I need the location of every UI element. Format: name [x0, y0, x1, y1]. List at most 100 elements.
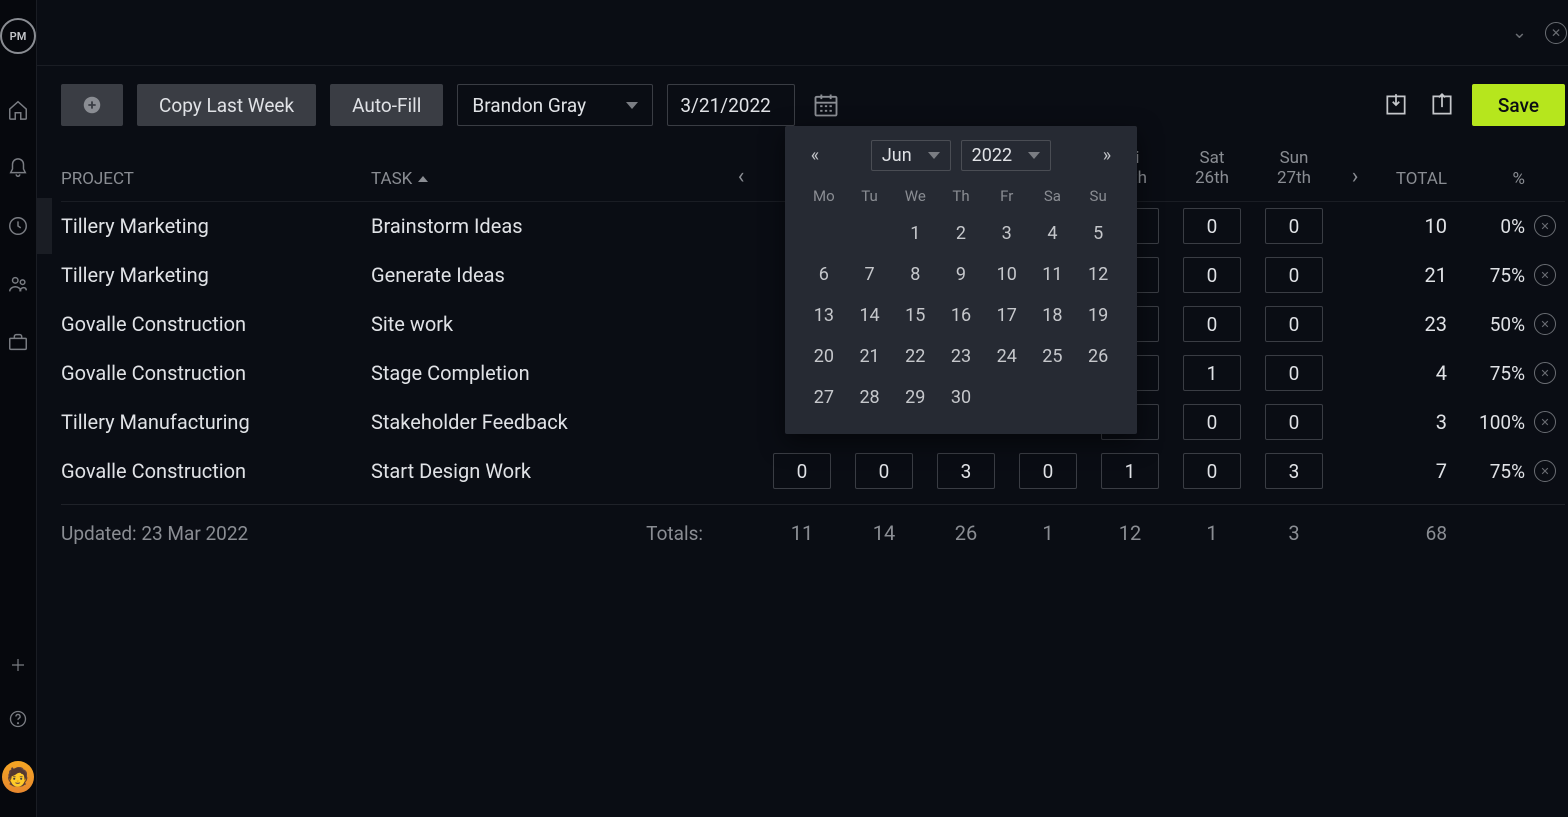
user-select[interactable]: Brandon Gray: [457, 84, 653, 126]
hours-input[interactable]: [1183, 306, 1241, 342]
dp-day[interactable]: 5: [1077, 215, 1119, 252]
dp-day[interactable]: 17: [986, 297, 1028, 334]
dp-day[interactable]: 9: [940, 256, 982, 293]
dp-day[interactable]: 7: [849, 256, 891, 293]
cell-task: Stakeholder Feedback: [371, 410, 721, 434]
hours-input[interactable]: [1183, 453, 1241, 489]
hours-input[interactable]: [1101, 453, 1159, 489]
cell-pct: 75%: [1455, 264, 1525, 287]
totals-day: 14: [843, 521, 925, 545]
col-task[interactable]: TASK: [371, 169, 721, 189]
brand-logo[interactable]: PM: [0, 18, 36, 54]
close-icon[interactable]: ✕: [1545, 22, 1567, 44]
dp-day[interactable]: 23: [940, 338, 982, 375]
totals-day: 3: [1253, 521, 1335, 545]
prev-month-icon[interactable]: «: [803, 145, 827, 166]
dp-day[interactable]: 1: [894, 215, 936, 252]
prev-week-icon[interactable]: ‹: [721, 164, 761, 189]
dp-day[interactable]: 11: [1032, 256, 1074, 293]
add-button[interactable]: [61, 84, 123, 126]
dp-day[interactable]: 18: [1032, 297, 1074, 334]
hours-input[interactable]: [1265, 404, 1323, 440]
chevron-down-icon: [1028, 152, 1040, 159]
plus-icon[interactable]: [6, 653, 30, 677]
dp-day[interactable]: 15: [894, 297, 936, 334]
briefcase-icon[interactable]: [6, 330, 30, 354]
dp-dow: Su: [1077, 181, 1119, 211]
chevron-down-icon: [928, 152, 940, 159]
dp-day[interactable]: 24: [986, 338, 1028, 375]
delete-row-button[interactable]: ✕: [1534, 215, 1556, 237]
hours-input[interactable]: [1183, 355, 1241, 391]
dp-day[interactable]: 14: [849, 297, 891, 334]
hours-input[interactable]: [937, 453, 995, 489]
delete-row-button[interactable]: ✕: [1534, 411, 1556, 433]
hours-input[interactable]: [773, 453, 831, 489]
dp-day[interactable]: 27: [803, 379, 845, 416]
delete-row-button[interactable]: ✕: [1534, 460, 1556, 482]
hours-input[interactable]: [855, 453, 913, 489]
avatar[interactable]: 🧑: [2, 761, 34, 793]
col-project[interactable]: PROJECT: [61, 169, 371, 189]
dp-day[interactable]: 16: [940, 297, 982, 334]
dp-day[interactable]: 26: [1077, 338, 1119, 375]
next-week-icon[interactable]: ›: [1335, 164, 1375, 189]
delete-row-button[interactable]: ✕: [1534, 362, 1556, 384]
dp-day[interactable]: 13: [803, 297, 845, 334]
hours-input[interactable]: [1265, 257, 1323, 293]
clock-icon[interactable]: [6, 214, 30, 238]
dp-dow: Th: [940, 181, 982, 211]
cell-project: Tillery Marketing: [61, 214, 371, 238]
copy-last-week-button[interactable]: Copy Last Week: [137, 84, 316, 126]
dp-dow: We: [894, 181, 936, 211]
hours-input[interactable]: [1265, 208, 1323, 244]
export-icon[interactable]: [1426, 89, 1458, 121]
cell-project: Govalle Construction: [61, 361, 371, 385]
dp-day[interactable]: 28: [849, 379, 891, 416]
save-button[interactable]: Save: [1472, 84, 1565, 126]
dp-day[interactable]: 8: [894, 256, 936, 293]
cell-project: Tillery Manufacturing: [61, 410, 371, 434]
hours-input[interactable]: [1019, 453, 1077, 489]
dp-day[interactable]: 6: [803, 256, 845, 293]
dp-day[interactable]: 30: [940, 379, 982, 416]
delete-row-button[interactable]: ✕: [1534, 264, 1556, 286]
dp-day[interactable]: 4: [1032, 215, 1074, 252]
dp-day[interactable]: 12: [1077, 256, 1119, 293]
calendar-icon[interactable]: [809, 88, 843, 122]
delete-row-button[interactable]: ✕: [1534, 313, 1556, 335]
dp-day[interactable]: 3: [986, 215, 1028, 252]
date-input[interactable]: 3/21/2022: [667, 84, 795, 126]
hours-input[interactable]: [1265, 453, 1323, 489]
auto-fill-button[interactable]: Auto-Fill: [330, 84, 443, 126]
table-row: Govalle ConstructionStart Design Work775…: [61, 447, 1565, 496]
year-select[interactable]: 2022: [961, 140, 1051, 171]
chevron-down-icon[interactable]: ⌄: [1512, 22, 1527, 43]
dp-day[interactable]: 2: [940, 215, 982, 252]
bell-icon[interactable]: [6, 156, 30, 180]
month-select[interactable]: Jun: [871, 140, 951, 171]
help-icon[interactable]: [6, 707, 30, 731]
hours-input[interactable]: [1265, 355, 1323, 391]
home-icon[interactable]: [6, 98, 30, 122]
dp-day[interactable]: 21: [849, 338, 891, 375]
dp-day[interactable]: 25: [1032, 338, 1074, 375]
col-pct: %: [1455, 169, 1525, 189]
next-month-icon[interactable]: »: [1095, 145, 1119, 166]
import-icon[interactable]: [1380, 89, 1412, 121]
hours-input[interactable]: [1183, 208, 1241, 244]
col-day: Sun27th: [1253, 148, 1335, 189]
hours-input[interactable]: [1183, 257, 1241, 293]
hours-input[interactable]: [1265, 306, 1323, 342]
dp-dow: Fr: [986, 181, 1028, 211]
dp-day[interactable]: 22: [894, 338, 936, 375]
dp-day[interactable]: 20: [803, 338, 845, 375]
hours-input[interactable]: [1183, 404, 1241, 440]
totals-day: 1: [1171, 521, 1253, 545]
dp-day[interactable]: 29: [894, 379, 936, 416]
team-icon[interactable]: [6, 272, 30, 296]
cell-task: Generate Ideas: [371, 263, 721, 287]
cell-project: Govalle Construction: [61, 459, 371, 483]
dp-day[interactable]: 10: [986, 256, 1028, 293]
dp-day[interactable]: 19: [1077, 297, 1119, 334]
